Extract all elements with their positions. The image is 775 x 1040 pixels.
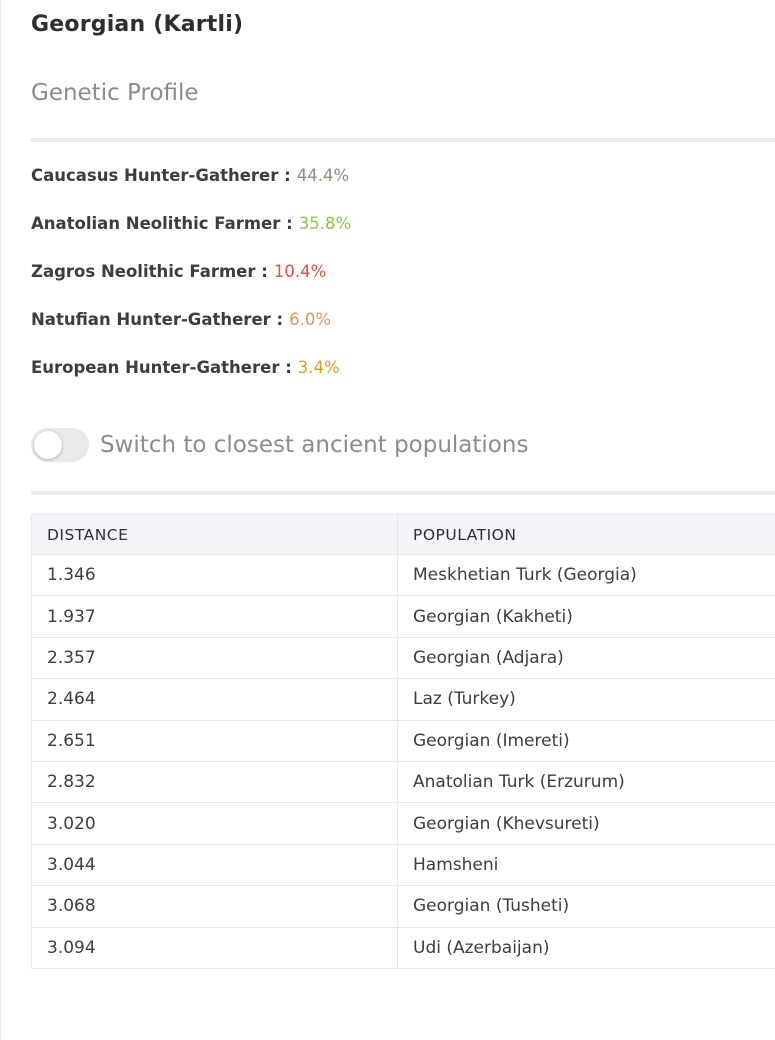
population-cell: Georgian (Imereti): [398, 720, 775, 761]
composition-row: Natufian Hunter-Gatherer : 6.0%: [31, 310, 331, 330]
table-row[interactable]: 3.020Georgian (Khevsureti): [32, 803, 775, 844]
table-row[interactable]: 1.937Georgian (Kakheti): [32, 596, 775, 637]
population-cell: Georgian (Kakheti): [398, 596, 775, 637]
toggle-label[interactable]: Switch to closest ancient populations: [100, 432, 528, 458]
component-label: European Hunter-Gatherer :: [31, 358, 292, 377]
distance-cell: 3.094: [32, 927, 398, 968]
composition-row: Caucasus Hunter-Gatherer : 44.4%: [31, 166, 349, 186]
page-title: Georgian (Kartli): [31, 12, 243, 37]
distance-cell: 2.464: [32, 679, 398, 720]
component-label: Anatolian Neolithic Farmer :: [31, 214, 293, 233]
distance-table: DISTANCE POPULATION 1.346Meskhetian Turk…: [31, 514, 775, 969]
table-row[interactable]: 3.068Georgian (Tusheti): [32, 886, 775, 927]
composition-row: Zagros Neolithic Farmer : 10.4%: [31, 262, 326, 282]
distance-cell: 3.068: [32, 886, 398, 927]
population-cell: Laz (Turkey): [398, 679, 775, 720]
component-label: Zagros Neolithic Farmer :: [31, 262, 268, 281]
population-cell: Georgian (Khevsureti): [398, 803, 775, 844]
population-cell: Georgian (Tusheti): [398, 886, 775, 927]
distance-cell: 2.651: [32, 720, 398, 761]
distance-cell: 3.020: [32, 803, 398, 844]
divider: [31, 138, 775, 142]
ancient-populations-switch: Switch to closest ancient populations: [31, 428, 528, 462]
distance-cell: 2.832: [32, 761, 398, 802]
table-row[interactable]: 2.357Georgian (Adjara): [32, 637, 775, 678]
component-label: Caucasus Hunter-Gatherer :: [31, 166, 291, 185]
population-cell: Georgian (Adjara): [398, 637, 775, 678]
distance-cell: 2.357: [32, 637, 398, 678]
section-subtitle: Genetic Profile: [31, 80, 199, 106]
toggle-knob: [34, 431, 62, 459]
component-value: 35.8%: [299, 214, 351, 233]
column-header-population[interactable]: POPULATION: [398, 515, 775, 555]
column-header-distance[interactable]: DISTANCE: [32, 515, 398, 555]
table-header-row: DISTANCE POPULATION: [32, 515, 775, 555]
population-cell: Meskhetian Turk (Georgia): [398, 555, 775, 596]
table-row[interactable]: 2.464Laz (Turkey): [32, 679, 775, 720]
population-cell: Udi (Azerbaijan): [398, 927, 775, 968]
distance-cell: 1.346: [32, 555, 398, 596]
toggle-switch[interactable]: [31, 428, 89, 462]
population-cell: Anatolian Turk (Erzurum): [398, 761, 775, 802]
table-row[interactable]: 1.346Meskhetian Turk (Georgia): [32, 555, 775, 596]
table-row[interactable]: 2.651Georgian (Imereti): [32, 720, 775, 761]
component-value: 10.4%: [274, 262, 326, 281]
component-value: 44.4%: [297, 166, 349, 185]
component-label: Natufian Hunter-Gatherer :: [31, 310, 283, 329]
component-value: 3.4%: [298, 358, 340, 377]
composition-row: European Hunter-Gatherer : 3.4%: [31, 358, 340, 378]
distance-cell: 1.937: [32, 596, 398, 637]
profile-card: Georgian (Kartli) Genetic Profile Caucas…: [0, 0, 775, 1040]
table-row[interactable]: 3.094Udi (Azerbaijan): [32, 927, 775, 968]
component-value: 6.0%: [289, 310, 331, 329]
population-cell: Hamsheni: [398, 844, 775, 885]
table-row[interactable]: 2.832Anatolian Turk (Erzurum): [32, 761, 775, 802]
table-row[interactable]: 3.044Hamsheni: [32, 844, 775, 885]
divider: [31, 491, 775, 495]
distance-cell: 3.044: [32, 844, 398, 885]
composition-row: Anatolian Neolithic Farmer : 35.8%: [31, 214, 351, 234]
